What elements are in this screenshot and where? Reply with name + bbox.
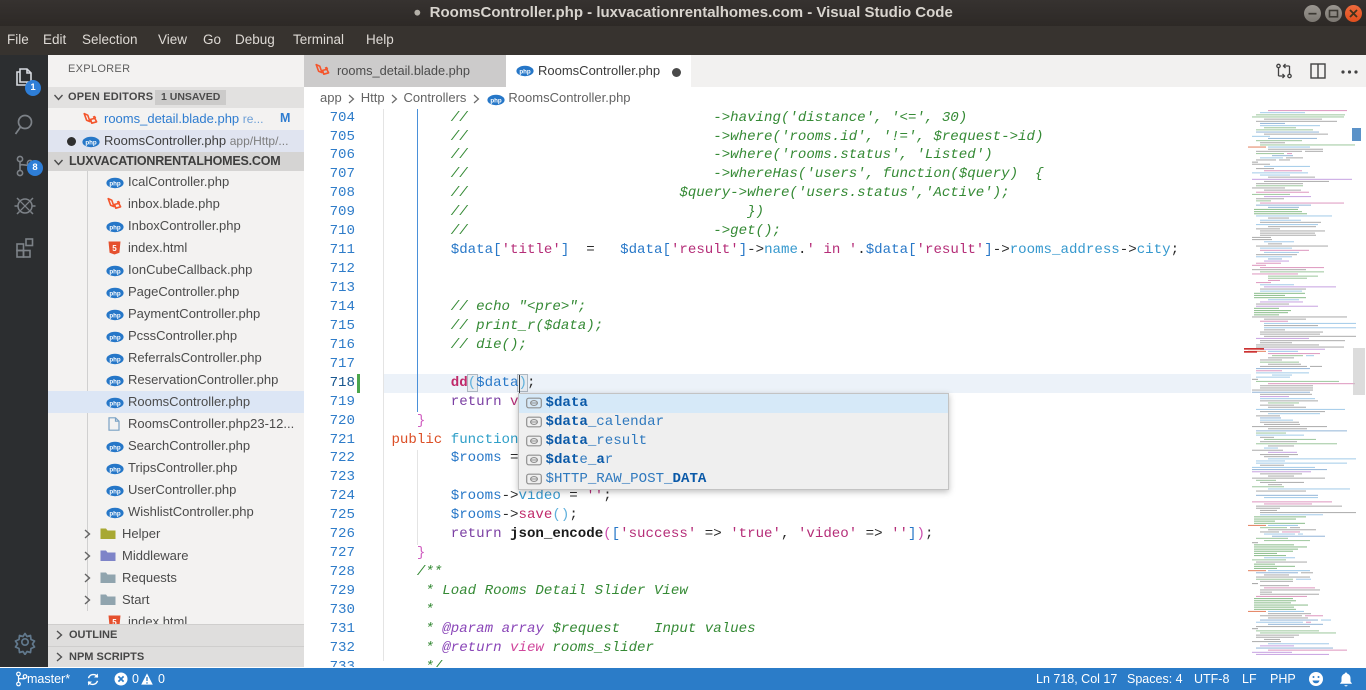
svg-text:php: php [109,180,121,187]
svg-text:php: php [109,444,121,451]
svg-text:php: php [109,466,121,473]
svg-text:php: php [109,224,121,231]
svg-text:php: php [109,312,121,319]
svg-text:php: php [109,510,121,517]
svg-text:php: php [109,378,121,385]
svg-text:php: php [85,139,97,146]
svg-text:php: php [109,400,121,407]
svg-text:php: php [109,356,121,363]
svg-text:php: php [109,334,121,341]
svg-text:php: php [519,68,531,75]
svg-text:php: php [109,290,121,297]
svg-text:php: php [109,268,121,275]
svg-text:5: 5 [112,244,117,253]
svg-text:php: php [491,97,503,104]
svg-text:php: php [109,488,121,495]
